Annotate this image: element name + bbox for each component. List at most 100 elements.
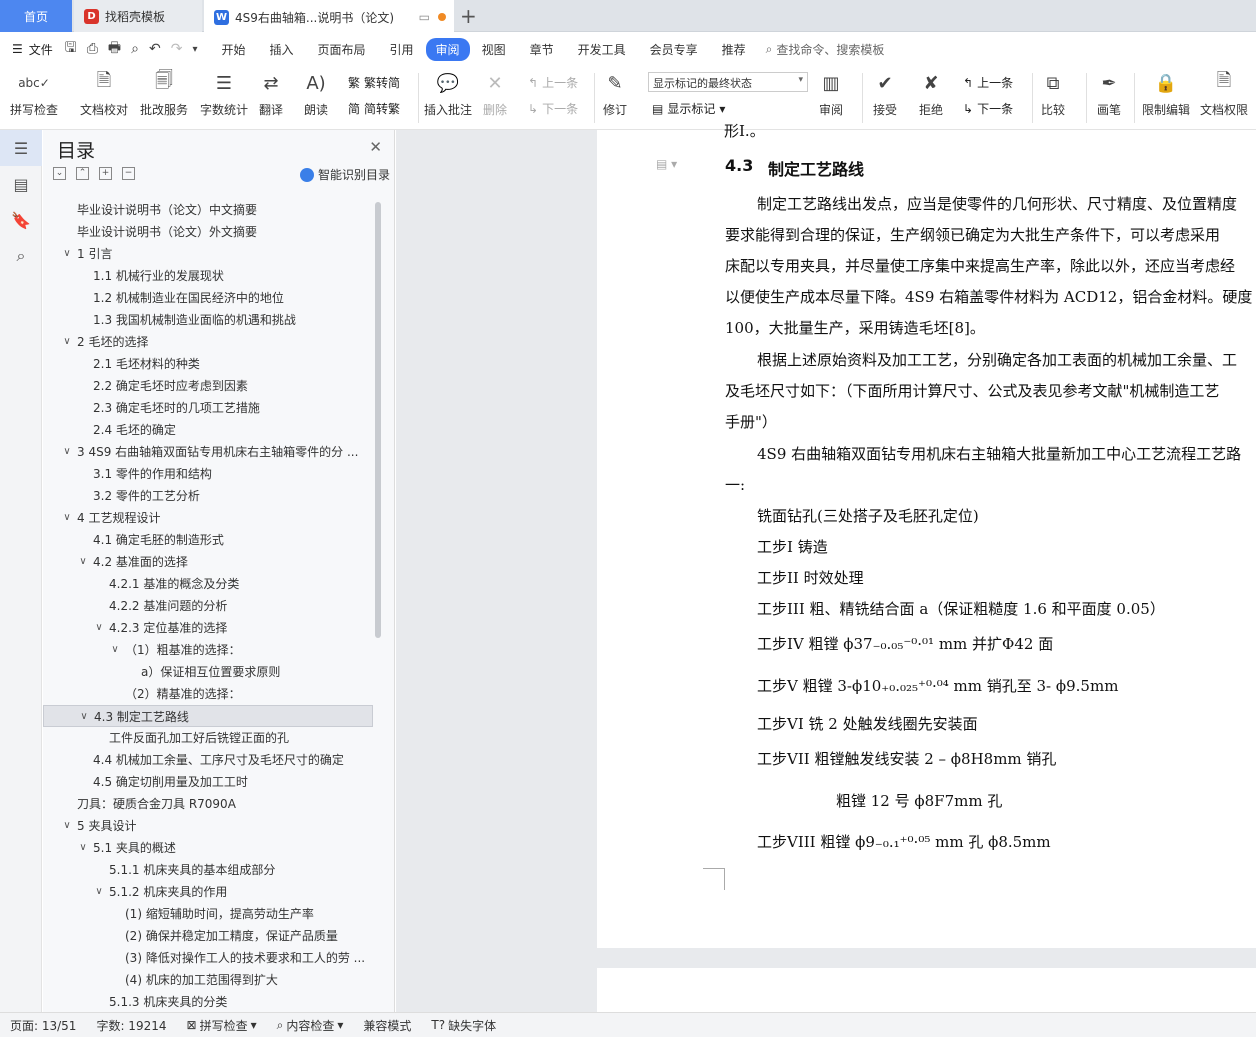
redo-icon[interactable]: ↷ xyxy=(171,41,183,57)
next-change-button[interactable]: ↳ 下一条 xyxy=(963,100,1013,117)
toc-item[interactable]: 1.3 我国机械制造业面临的机遇和挑战 xyxy=(43,309,373,331)
toc-item[interactable]: 2.3 确定毛坯时的几项工艺措施 xyxy=(43,397,373,419)
customize-icon[interactable]: ▾ xyxy=(192,44,197,55)
menu-developer[interactable]: 开发工具 xyxy=(566,38,638,61)
chevron-down-icon[interactable]: ∨ xyxy=(61,441,73,463)
undo-icon[interactable]: ↶ xyxy=(149,41,161,57)
command-search[interactable]: ⌕ 查找命令、搜索模板 xyxy=(766,41,885,58)
tab-home[interactable]: 首页 xyxy=(0,0,72,32)
menu-view[interactable]: 视图 xyxy=(470,38,518,61)
review-pane-button[interactable]: ▥ 审阅 xyxy=(818,69,844,118)
screen-icon[interactable]: ▭ xyxy=(419,10,430,24)
doc-permission-button[interactable]: 🗎 文档权限 xyxy=(1200,69,1248,118)
simp-trad-button[interactable]: 繁繁转简 xyxy=(348,74,400,91)
menu-layout[interactable]: 页面布局 xyxy=(306,38,378,61)
toc-item[interactable]: ∨ （1）粗基准的选择： xyxy=(43,639,373,661)
toc-item[interactable]: ∨ 4.2 基准面的选择 xyxy=(43,551,373,573)
toc-item[interactable]: (2) 确保并稳定加工精度，保证产品质量 xyxy=(43,925,373,947)
toc-item[interactable]: ∨ 5.1.2 机床夹具的作用 xyxy=(43,881,373,903)
new-tab-button[interactable]: + xyxy=(460,4,477,28)
tab-template[interactable]: D 找稻壳模板 xyxy=(74,0,202,32)
chevron-down-icon[interactable]: ∨ xyxy=(77,551,89,573)
menu-start[interactable]: 开始 xyxy=(209,38,257,61)
chevron-down-icon[interactable]: ∨ xyxy=(109,639,121,661)
toc-item[interactable]: 4.1 确定毛胚的制造形式 xyxy=(43,529,373,551)
chapter-nav-icon[interactable]: ▤ xyxy=(0,166,42,202)
menu-insert[interactable]: 插入 xyxy=(258,38,306,61)
bookmark-icon[interactable]: 🔖 xyxy=(0,202,42,238)
toc-item[interactable]: 4.2.2 基准问题的分析 xyxy=(43,595,373,617)
translate-button[interactable]: ⇄ 翻译 xyxy=(258,69,284,118)
expand-all-icon[interactable]: ⌄ xyxy=(53,167,66,180)
smart-toc-button[interactable]: 智能识别目录 xyxy=(299,166,390,183)
compat-mode-status[interactable]: 兼容模式 xyxy=(353,1017,421,1034)
collapse-all-icon[interactable]: ⌃ xyxy=(76,167,89,180)
menu-review[interactable]: 审阅 xyxy=(425,37,470,61)
chevron-down-icon[interactable]: ∨ xyxy=(61,815,73,837)
mark-state-select[interactable]: 显示标记的最终状态 ▾ xyxy=(648,72,808,92)
toc-item[interactable]: ∨ 5 夹具设计 xyxy=(43,815,373,837)
batch-service-button[interactable]: 🗐 批改服务 xyxy=(140,69,188,118)
toc-item[interactable]: ∨ 1 引言 xyxy=(43,243,373,265)
toc-item[interactable]: 5.1.3 机床夹具的分类 xyxy=(43,991,373,1012)
toc-item[interactable]: 4.4 机械加工余量、工序尺寸及毛坯尺寸的确定 xyxy=(43,749,373,771)
chevron-down-icon[interactable]: ∨ xyxy=(61,243,73,265)
paragraph-tool-icon[interactable]: ▤ ▾ xyxy=(656,157,677,171)
toc-item[interactable]: 5.1.1 机床夹具的基本组成部分 xyxy=(43,859,373,881)
preview-icon[interactable]: ⌕ xyxy=(131,41,139,57)
word-count-button[interactable]: ☰ 字数统计 xyxy=(200,69,248,118)
menu-section[interactable]: 章节 xyxy=(518,38,566,61)
prev-change-button[interactable]: ↰ 上一条 xyxy=(963,74,1013,91)
save-icon[interactable]: 🖫 xyxy=(65,37,77,61)
toc-item[interactable]: 1.1 机械行业的发展现状 xyxy=(43,265,373,287)
toc-item[interactable]: ∨ 5.1 夹具的概述 xyxy=(43,837,373,859)
chevron-down-icon[interactable]: ∨ xyxy=(77,837,89,859)
menu-member[interactable]: 会员专享 xyxy=(638,38,710,61)
toc-item[interactable]: 工件反面孔加工好后铣镗正面的孔 xyxy=(43,727,373,749)
toc-item[interactable]: (3) 降低对操作工人的技术要求和工人的劳 ... xyxy=(43,947,373,969)
toc-item[interactable]: ∨ 4 工艺规程设计 xyxy=(43,507,373,529)
restrict-edit-button[interactable]: 🔒 限制编辑 xyxy=(1142,69,1190,118)
toc-item[interactable]: 3.2 零件的工艺分析 xyxy=(43,485,373,507)
toc-item[interactable]: 1.2 机械制造业在国民经济中的地位 xyxy=(43,287,373,309)
toc-scrollbar[interactable] xyxy=(375,202,381,638)
toc-item[interactable]: a）保证相互位置要求原则 xyxy=(43,661,373,683)
chevron-down-icon[interactable]: ∨ xyxy=(93,881,105,903)
pen-button[interactable]: ✒ 画笔 xyxy=(1096,69,1122,118)
trad-simp-button[interactable]: 简简转繁 xyxy=(348,100,400,117)
next-comment-button[interactable]: ↳ 下一条 xyxy=(528,100,578,117)
chevron-down-icon[interactable]: ∨ xyxy=(61,331,73,353)
accept-button[interactable]: ✔ 接受 xyxy=(872,69,898,118)
compare-button[interactable]: ⧉ 比较 xyxy=(1040,69,1066,118)
toc-item[interactable]: ∨ 4.2.3 定位基准的选择 xyxy=(43,617,373,639)
toc-item[interactable]: 4.2.1 基准的概念及分类 xyxy=(43,573,373,595)
toc-item[interactable]: 3.1 零件的作用和结构 xyxy=(43,463,373,485)
show-marks-button[interactable]: ▤ 显示标记 ▾ xyxy=(652,100,725,117)
remove-level-icon[interactable]: − xyxy=(122,167,135,180)
revise-button[interactable]: ✎ 修订 xyxy=(602,69,628,118)
toc-item[interactable]: 刀具：硬质合金刀具 R7090A xyxy=(43,793,373,815)
toc-item[interactable]: ∨ 3 4S9 右曲轴箱双面钻专用机床右主轴箱零件的分 ... xyxy=(43,441,373,463)
page-indicator[interactable]: 页面: 13/51 xyxy=(0,1017,86,1034)
spellcheck-status[interactable]: ⊠ 拼写检查 ▾ xyxy=(177,1017,267,1034)
read-aloud-button[interactable]: A) 朗读 xyxy=(303,69,329,118)
toc-item[interactable]: ∨ 2 毛坯的选择 xyxy=(43,331,373,353)
chevron-down-icon[interactable]: ∨ xyxy=(78,706,90,726)
insert-comment-button[interactable]: 💬 插入批注 xyxy=(424,69,472,118)
missing-fonts-status[interactable]: T? 缺失字体 xyxy=(421,1017,506,1034)
prev-comment-button[interactable]: ↰ 上一条 xyxy=(528,74,578,91)
print-icon[interactable]: 🖶 xyxy=(108,37,121,61)
chevron-down-icon[interactable]: ∨ xyxy=(61,507,73,529)
menu-references[interactable]: 引用 xyxy=(378,38,426,61)
toc-item[interactable]: 2.1 毛坯材料的种类 xyxy=(43,353,373,375)
toc-item[interactable]: 毕业设计说明书（论文）中文摘要 xyxy=(43,199,373,221)
export-icon[interactable]: ⎙ xyxy=(87,41,98,57)
toc-item[interactable]: （2）精基准的选择： xyxy=(43,683,373,705)
tab-document[interactable]: W 4S9右曲轴箱...说明书（论文) ▭ xyxy=(204,0,454,32)
toc-item[interactable]: 2.4 毛坯的确定 xyxy=(43,419,373,441)
toc-item[interactable]: (4) 机床的加工范围得到扩大 xyxy=(43,969,373,991)
doc-proof-button[interactable]: 🗎 文档校对 xyxy=(80,69,128,118)
toc-item[interactable]: 2.2 确定毛坯时应考虑到因素 xyxy=(43,375,373,397)
chevron-down-icon[interactable]: ∨ xyxy=(93,617,105,639)
add-level-icon[interactable]: + xyxy=(99,167,112,180)
